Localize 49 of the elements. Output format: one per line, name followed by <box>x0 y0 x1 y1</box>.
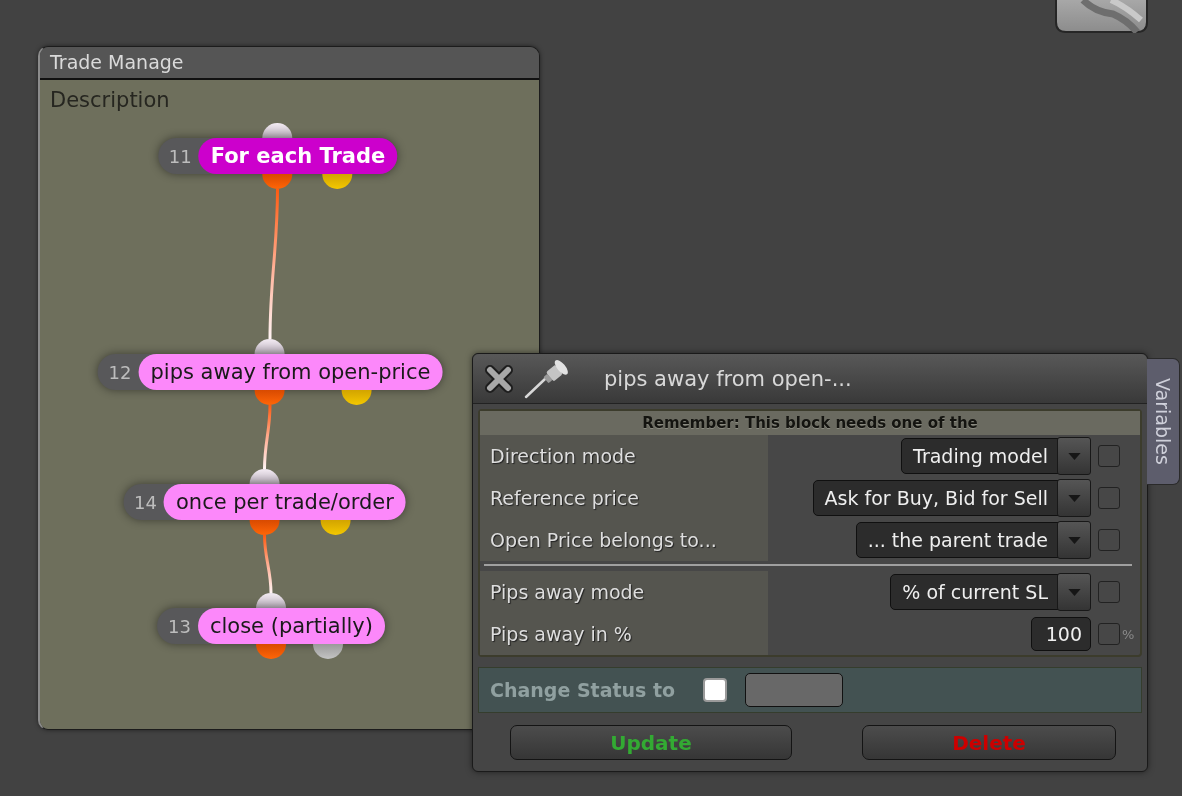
dropdown[interactable]: Ask for Buy, Bid for Sell <box>812 480 1091 516</box>
dropdown-toggle[interactable] <box>1057 479 1091 517</box>
flow-block[interactable]: 11 For each Trade <box>157 138 398 174</box>
block-number: 13 <box>167 615 192 637</box>
pushpin-icon[interactable] <box>523 358 571 399</box>
caret-down-icon <box>1067 494 1081 502</box>
link-line <box>263 404 272 470</box>
variables-tab[interactable]: Variables <box>1147 358 1180 485</box>
dropdown[interactable]: ... the parent trade <box>855 522 1091 558</box>
window-title: Trade Manage <box>40 47 539 80</box>
link-line <box>263 534 273 594</box>
block-label: For each Trade <box>198 138 398 174</box>
number-field[interactable]: 100 <box>1031 617 1091 651</box>
block-number: 12 <box>107 361 133 383</box>
flow-block[interactable]: 13 close (partially) <box>157 608 385 644</box>
caret-down-icon <box>1067 452 1081 460</box>
dialog-title: pips away from open-... <box>604 366 852 391</box>
block-label: close (partially) <box>197 608 385 644</box>
flow-block[interactable]: 12 pips away from open-price <box>97 354 443 390</box>
dropdown-toggle[interactable] <box>1057 521 1091 559</box>
field-label: Pips away mode <box>490 581 645 603</box>
notice-text: Remember: This block needs one of the <box>480 411 1140 435</box>
flow-block[interactable]: 14 once per trade/order <box>123 484 406 520</box>
checkbox[interactable] <box>703 678 728 702</box>
block-label: pips away from open-price <box>138 354 443 390</box>
curve-tool-icon[interactable] <box>1055 0 1148 33</box>
close-icon[interactable] <box>484 363 514 394</box>
field-label: Reference price <box>490 487 639 509</box>
unit-label: % <box>1122 626 1135 642</box>
block-number: 14 <box>133 491 158 513</box>
status-label: Change Status to <box>490 679 676 701</box>
checkbox[interactable] <box>1098 581 1120 603</box>
dropdown-toggle[interactable] <box>1057 437 1091 475</box>
dropdown-toggle[interactable] <box>1057 573 1091 611</box>
checkbox[interactable] <box>1098 487 1120 509</box>
field-label: Open Price belongs to... <box>490 529 717 551</box>
description-label: Description <box>50 88 170 112</box>
caret-down-icon <box>1067 536 1081 544</box>
block-label: once per trade/order <box>164 484 406 520</box>
checkbox[interactable] <box>1098 623 1120 645</box>
dropdown[interactable]: % of current SL <box>890 574 1091 610</box>
caret-down-icon <box>1067 588 1081 596</box>
status-field[interactable] <box>745 673 844 707</box>
field-label: Pips away in % <box>490 623 632 645</box>
checkbox[interactable] <box>1098 445 1120 467</box>
dropdown[interactable]: Trading model <box>901 438 1091 474</box>
checkbox[interactable] <box>1098 529 1120 551</box>
field-label: Direction mode <box>490 445 636 467</box>
block-number: 11 <box>167 145 193 167</box>
